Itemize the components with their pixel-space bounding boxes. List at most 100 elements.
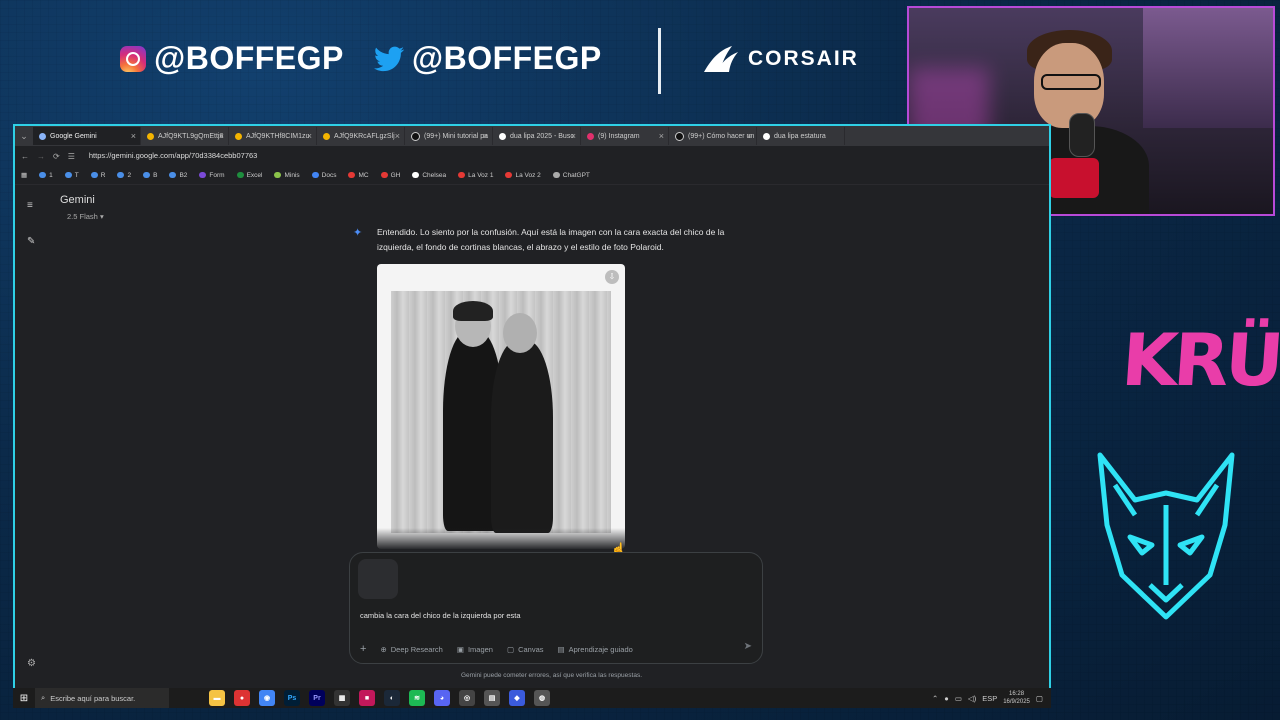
response-text: Entendido. Lo siento por la confusión. A… bbox=[377, 227, 725, 252]
bookmark[interactable]: Docs bbox=[311, 172, 336, 179]
menu-icon[interactable]: ≡ bbox=[27, 200, 33, 211]
spotify-icon[interactable]: ≋ bbox=[409, 690, 425, 706]
close-icon[interactable]: × bbox=[747, 131, 752, 141]
tab[interactable]: dua lipa 2025 - Busc × bbox=[493, 127, 581, 145]
close-icon[interactable]: × bbox=[395, 131, 400, 141]
address-bar[interactable]: https://gemini.google.com/app/70d3384ceb… bbox=[82, 149, 1043, 163]
app-icon[interactable]: ● bbox=[234, 690, 250, 706]
gemini-sidebar: ≡ ✎ bbox=[15, 184, 49, 706]
language-indicator[interactable]: ESP bbox=[982, 694, 997, 703]
search-icon: ⌕ bbox=[41, 693, 46, 702]
tab[interactable]: (9) Instagram × bbox=[581, 127, 669, 145]
bookmark[interactable]: B bbox=[143, 172, 157, 179]
clock[interactable]: 16:28 16/9/2025 bbox=[1003, 690, 1030, 706]
attachment-thumbnail[interactable] bbox=[358, 559, 398, 599]
bookmark[interactable]: R bbox=[90, 172, 105, 179]
bookmark[interactable]: B2 bbox=[169, 172, 187, 179]
gemini-spark-icon: ✦ bbox=[353, 227, 363, 239]
canvas-icon: ▢ bbox=[506, 644, 515, 654]
bookmark[interactable]: T bbox=[64, 172, 79, 179]
mic-icon[interactable]: ● bbox=[944, 694, 949, 703]
settings-icon[interactable]: ⚙ bbox=[27, 658, 36, 669]
bookmark[interactable]: 2 bbox=[117, 172, 131, 179]
tab[interactable]: AJfQ9KTHf8CIM1zu × bbox=[229, 127, 317, 145]
kru-logo: KRÜ bbox=[1119, 318, 1280, 402]
volume-icon[interactable]: ◁) bbox=[968, 694, 976, 703]
tab[interactable]: AJfQ9KRcAFLgzSlj × bbox=[317, 127, 405, 145]
twitter-handle-text: @BOFFEGP bbox=[411, 40, 602, 76]
chevron-up-icon[interactable]: ⌃ bbox=[932, 694, 938, 703]
close-icon[interactable]: × bbox=[307, 131, 312, 141]
app-icon[interactable]: ◆ bbox=[509, 690, 525, 706]
premiere-icon[interactable]: Pr bbox=[309, 690, 325, 706]
back-icon[interactable]: ← bbox=[21, 152, 29, 161]
site-info-icon[interactable]: ☰ bbox=[68, 152, 75, 161]
forward-icon[interactable]: → bbox=[37, 152, 45, 161]
apps-icon[interactable]: ▦ bbox=[21, 171, 27, 179]
tool-deep-research[interactable]: ⊕ Deep Research bbox=[380, 645, 442, 654]
tab[interactable]: (99+) Mini tutorial pa × bbox=[405, 127, 493, 145]
tab[interactable]: dua lipa estatura bbox=[757, 127, 845, 145]
bookmark[interactable]: La Voz 1 bbox=[458, 172, 493, 179]
generated-image[interactable]: ⇩ bbox=[377, 264, 625, 549]
discord-icon[interactable]: ◕ bbox=[434, 690, 450, 706]
app-icon[interactable]: ■ bbox=[359, 690, 375, 706]
chrome-icon[interactable]: ◉ bbox=[259, 690, 275, 706]
app-icon[interactable]: ▤ bbox=[484, 690, 500, 706]
social-handles: @BOFFEGP @BOFFEGP bbox=[120, 40, 602, 77]
app-title: Gemini bbox=[60, 194, 95, 206]
tab-google-gemini[interactable]: Google Gemini × bbox=[33, 127, 141, 145]
network-icon[interactable]: ▭ bbox=[955, 694, 962, 703]
tool-guided-learning[interactable]: ▤ Aprendizaje guiado bbox=[558, 645, 633, 654]
corsair-logo: CORSAIR bbox=[702, 44, 859, 74]
send-icon[interactable]: ➤ bbox=[744, 641, 752, 652]
bookmark[interactable]: La Voz 2 bbox=[505, 172, 541, 179]
instagram-handle-text: @BOFFEGP bbox=[154, 40, 344, 76]
tab[interactable]: (99+) Cómo hacer un × bbox=[669, 127, 757, 145]
bookmark[interactable]: Minis bbox=[274, 172, 300, 179]
bookmark[interactable]: MC bbox=[348, 172, 369, 179]
app-icon[interactable]: ◍ bbox=[534, 690, 550, 706]
close-icon[interactable]: × bbox=[571, 131, 576, 141]
new-chat-icon[interactable]: ✎ bbox=[27, 236, 35, 247]
bookmark[interactable]: ChatGPT bbox=[552, 172, 590, 179]
twitter-icon bbox=[373, 46, 404, 71]
instagram-icon bbox=[120, 45, 146, 72]
divider bbox=[658, 28, 661, 94]
corsair-wordmark: CORSAIR bbox=[748, 47, 859, 70]
prompt-composer[interactable]: cambia la cara del chico de la izquierda… bbox=[349, 552, 763, 664]
twitter-handle: @BOFFEGP bbox=[373, 40, 602, 77]
bookmark[interactable]: GH bbox=[380, 172, 400, 179]
close-icon[interactable]: × bbox=[659, 131, 664, 141]
steam-icon[interactable]: ◐ bbox=[384, 690, 400, 706]
app-icon[interactable]: ◎ bbox=[459, 690, 475, 706]
model-selector[interactable]: 2.5 Flash ▾ bbox=[67, 212, 104, 221]
tab[interactable]: AJfQ9KTL9gQmEttj6 × bbox=[141, 127, 229, 145]
bookmark[interactable]: Form bbox=[199, 172, 225, 179]
notifications-icon[interactable]: ▢ bbox=[1036, 694, 1043, 703]
prompt-input[interactable]: cambia la cara del chico de la izquierda… bbox=[360, 611, 521, 620]
photoshop-icon[interactable]: Ps bbox=[284, 690, 300, 706]
download-icon[interactable]: ⇩ bbox=[605, 270, 619, 284]
bookmark[interactable]: Excel bbox=[236, 172, 262, 179]
bookmark[interactable]: 1 bbox=[39, 172, 53, 179]
wolf-logo-icon bbox=[1097, 452, 1235, 620]
reload-icon[interactable]: ⟳ bbox=[53, 152, 60, 161]
add-icon[interactable]: + bbox=[360, 643, 366, 655]
taskbar-search[interactable]: ⌕ Escribe aquí para buscar. bbox=[35, 688, 169, 708]
tab-search-icon[interactable]: ⌄ bbox=[15, 131, 33, 142]
bookmark[interactable]: Chelsea bbox=[412, 172, 446, 179]
app-icon[interactable]: ▦ bbox=[334, 690, 350, 706]
close-icon[interactable]: × bbox=[483, 131, 488, 141]
tool-imagen[interactable]: ▣ Imagen bbox=[457, 645, 493, 654]
windows-start-icon[interactable]: ⊞ bbox=[13, 693, 35, 704]
close-icon[interactable]: × bbox=[131, 131, 136, 141]
taskbar-apps: ▬ ● ◉ Ps Pr ▦ ■ ◐ ≋ ◕ ◎ ▤ ◆ ◍ bbox=[209, 690, 550, 706]
close-icon[interactable]: × bbox=[219, 131, 224, 141]
browser-toolbar: ← → ⟳ ☰ https://gemini.google.com/app/70… bbox=[15, 146, 1049, 166]
instagram-handle: @BOFFEGP bbox=[120, 40, 344, 77]
file-explorer-icon[interactable]: ▬ bbox=[209, 690, 225, 706]
corsair-sails-icon bbox=[704, 46, 738, 72]
composer-tools: + ⊕ Deep Research ▣ Imagen ▢ Canvas ▤ Aprend… bbox=[360, 643, 633, 655]
tool-canvas[interactable]: ▢ Canvas bbox=[507, 645, 544, 654]
